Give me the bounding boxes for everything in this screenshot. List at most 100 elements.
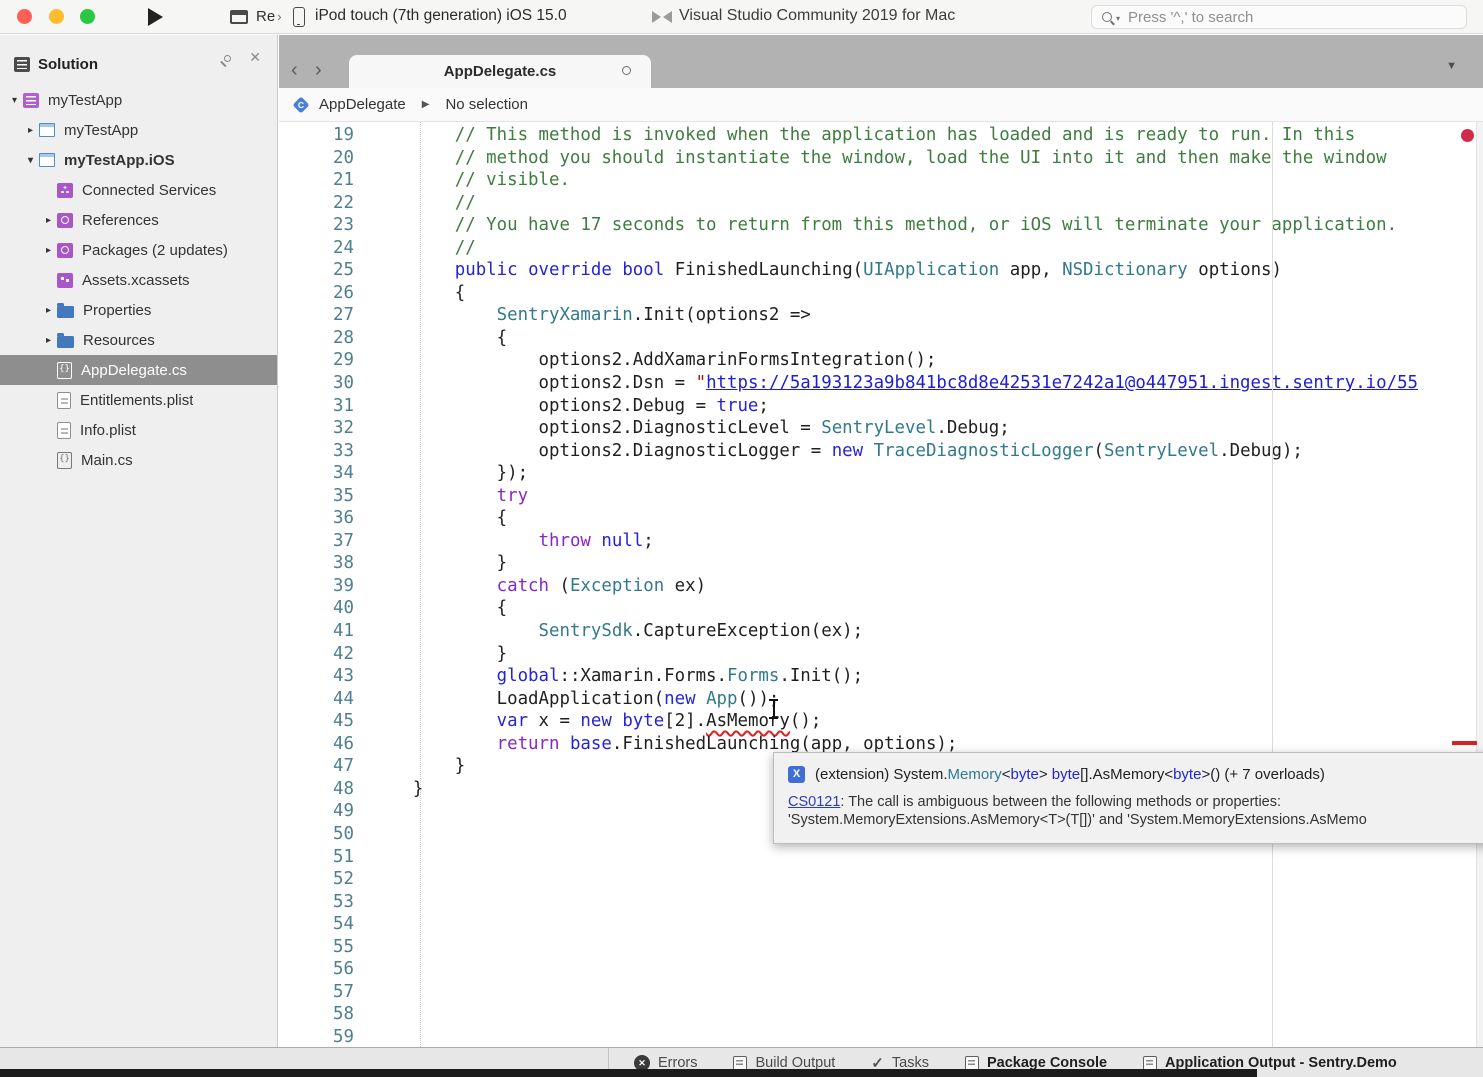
code-line-38[interactable]: 38 } bbox=[279, 552, 1483, 575]
code-line-30[interactable]: 30 options2.Dsn = "https://5a193123a9b84… bbox=[279, 372, 1483, 395]
code-line-39[interactable]: 39 catch (Exception ex) bbox=[279, 575, 1483, 598]
error-indicator-dot[interactable] bbox=[1461, 129, 1474, 142]
code-line-31[interactable]: 31 options2.Debug = true; bbox=[279, 395, 1483, 418]
navigate-back-button[interactable]: ‹ bbox=[291, 59, 298, 82]
code-line-32[interactable]: 32 options2.DiagnosticLevel = SentryLeve… bbox=[279, 417, 1483, 440]
tree-item-appdelegate.cs[interactable]: AppDelegate.cs bbox=[0, 355, 277, 385]
navigate-forward-button[interactable]: › bbox=[315, 59, 322, 82]
error-scroll-marker[interactable] bbox=[1452, 741, 1477, 745]
code-token: (); bbox=[790, 711, 821, 731]
code-line-21[interactable]: 21 // visible. bbox=[279, 169, 1483, 192]
code-line-23[interactable]: 23 // You have 17 seconds to return from… bbox=[279, 214, 1483, 237]
code-line-51[interactable]: 51 bbox=[279, 846, 1483, 869]
disclosure-closed-icon[interactable]: ▸ bbox=[40, 215, 57, 226]
code-token: .Debug; bbox=[936, 418, 1009, 438]
close-window-button[interactable] bbox=[17, 9, 32, 24]
breadcrumb-class[interactable]: AppDelegate bbox=[319, 96, 406, 113]
run-configuration-selector[interactable]: Re› bbox=[256, 8, 282, 25]
close-icon[interactable]: ✕ bbox=[249, 49, 261, 66]
code-line-19[interactable]: 19 // This method is invoked when the ap… bbox=[279, 124, 1483, 147]
code-line-56[interactable]: 56 bbox=[279, 958, 1483, 981]
tree-item-references[interactable]: ▸References bbox=[0, 205, 277, 235]
code-text: // This method is invoked when the appli… bbox=[354, 125, 1355, 145]
code-line-29[interactable]: 29 options2.AddXamarinFormsIntegration()… bbox=[279, 349, 1483, 372]
code-line-22[interactable]: 22 // bbox=[279, 192, 1483, 215]
code-token: bool bbox=[622, 260, 664, 280]
code-line-52[interactable]: 52 bbox=[279, 868, 1483, 891]
code-line-57[interactable]: 57 bbox=[279, 981, 1483, 1004]
disclosure-open-icon[interactable]: ▾ bbox=[22, 155, 39, 166]
code-text: LoadApplication(new App()); bbox=[354, 689, 779, 709]
tree-item-packages-2-updates-[interactable]: ▸Packages (2 updates) bbox=[0, 235, 277, 265]
code-line-28[interactable]: 28 { bbox=[279, 327, 1483, 350]
code-line-54[interactable]: 54 bbox=[279, 913, 1483, 936]
tree-item-mytestapp.ios[interactable]: ▾myTestApp.iOS bbox=[0, 145, 277, 175]
disclosure-open-icon[interactable]: ▾ bbox=[6, 95, 23, 106]
code-line-20[interactable]: 20 // method you should instantiate the … bbox=[279, 147, 1483, 170]
code-line-58[interactable]: 58 bbox=[279, 1003, 1483, 1026]
code-token: } bbox=[371, 779, 423, 799]
code-line-33[interactable]: 33 options2.DiagnosticLogger = new Trace… bbox=[279, 440, 1483, 463]
run-button[interactable] bbox=[148, 8, 163, 26]
code-editor[interactable]: 19 // This method is invoked when the ap… bbox=[279, 122, 1483, 1047]
tab-list-dropdown[interactable]: ▼ bbox=[1446, 60, 1457, 72]
device-selector[interactable]: iPod touch (7th generation) iOS 15.0 bbox=[315, 7, 567, 25]
tree-item-label: myTestApp bbox=[64, 122, 138, 139]
code-line-36[interactable]: 36 { bbox=[279, 507, 1483, 530]
tree-item-mytestapp[interactable]: ▸ myTestApp bbox=[0, 115, 277, 145]
folder-icon bbox=[57, 306, 74, 318]
code-line-35[interactable]: 35 try bbox=[279, 485, 1483, 508]
disclosure-closed-icon[interactable]: ▸ bbox=[22, 125, 39, 136]
code-line-42[interactable]: 42 } bbox=[279, 643, 1483, 666]
code-line-24[interactable]: 24 // bbox=[279, 237, 1483, 260]
breadcrumb-selection[interactable]: No selection bbox=[445, 96, 528, 113]
pin-icon[interactable] bbox=[224, 55, 231, 62]
code-line-40[interactable]: 40 { bbox=[279, 597, 1483, 620]
disclosure-closed-icon[interactable]: ▸ bbox=[40, 245, 57, 256]
code-line-41[interactable]: 41 SentrySdk.CaptureException(ex); bbox=[279, 620, 1483, 643]
tree-item-mytestapp[interactable]: ▾myTestApp bbox=[0, 85, 277, 115]
zoom-window-button[interactable] bbox=[80, 9, 95, 24]
scrollbar[interactable] bbox=[1476, 122, 1483, 1047]
code-line-53[interactable]: 53 bbox=[279, 891, 1483, 914]
tree-item-info.plist[interactable]: Info.plist bbox=[0, 415, 277, 445]
tab-appdelegate[interactable]: AppDelegate.cs bbox=[349, 55, 651, 88]
disclosure-closed-icon[interactable]: ▸ bbox=[40, 335, 57, 346]
tooltip-error-text-2: 'System.MemoryExtensions.AsMemory<T>(T[]… bbox=[788, 812, 1367, 828]
code-token bbox=[371, 734, 497, 754]
line-number: 44 bbox=[279, 688, 354, 711]
code-token: // method you should instantiate the win… bbox=[371, 148, 1387, 168]
code-text: }); bbox=[354, 463, 528, 483]
references-icon bbox=[57, 213, 73, 228]
tree-item-resources[interactable]: ▸Resources bbox=[0, 325, 277, 355]
search-placeholder: Press '^,' to search bbox=[1128, 9, 1253, 26]
code-line-59[interactable]: 59 bbox=[279, 1026, 1483, 1047]
code-line-25[interactable]: 25 public override bool FinishedLaunchin… bbox=[279, 259, 1483, 282]
tree-item-connected-services[interactable]: Connected Services bbox=[0, 175, 277, 205]
tree-item-properties[interactable]: ▸Properties bbox=[0, 295, 277, 325]
line-number: 52 bbox=[279, 868, 354, 891]
search-input[interactable]: ▾ Press '^,' to search bbox=[1091, 5, 1467, 29]
code-token: >() (+ 7 overloads) bbox=[1201, 766, 1324, 783]
code-line-55[interactable]: 55 bbox=[279, 936, 1483, 959]
code-line-44[interactable]: 44 LoadApplication(new App()); bbox=[279, 688, 1483, 711]
code-line-43[interactable]: 43 global::Xamarin.Forms.Forms.Init(); bbox=[279, 665, 1483, 688]
disclosure-closed-icon[interactable]: ▸ bbox=[40, 305, 57, 316]
error-code-link[interactable]: CS0121 bbox=[788, 794, 840, 810]
code-text bbox=[354, 937, 371, 957]
line-number: 39 bbox=[279, 575, 354, 598]
tree-item-entitlements.plist[interactable]: Entitlements.plist bbox=[0, 385, 277, 415]
code-text bbox=[354, 892, 371, 912]
tree-item-assets.xcassets[interactable]: Assets.xcassets bbox=[0, 265, 277, 295]
code-line-27[interactable]: 27 SentryXamarin.Init(options2 => bbox=[279, 304, 1483, 327]
tree-item-main.cs[interactable]: Main.cs bbox=[0, 445, 277, 475]
code-line-26[interactable]: 26 { bbox=[279, 282, 1483, 305]
code-line-37[interactable]: 37 throw null; bbox=[279, 530, 1483, 553]
minimize-window-button[interactable] bbox=[49, 9, 64, 24]
code-text: { bbox=[354, 283, 465, 303]
line-number: 42 bbox=[279, 643, 354, 666]
code-line-34[interactable]: 34 }); bbox=[279, 462, 1483, 485]
code-line-45[interactable]: 45 var x = new byte[2].AsMemory(); bbox=[279, 710, 1483, 733]
code-token: ( bbox=[1093, 441, 1103, 461]
line-number: 56 bbox=[279, 958, 354, 981]
